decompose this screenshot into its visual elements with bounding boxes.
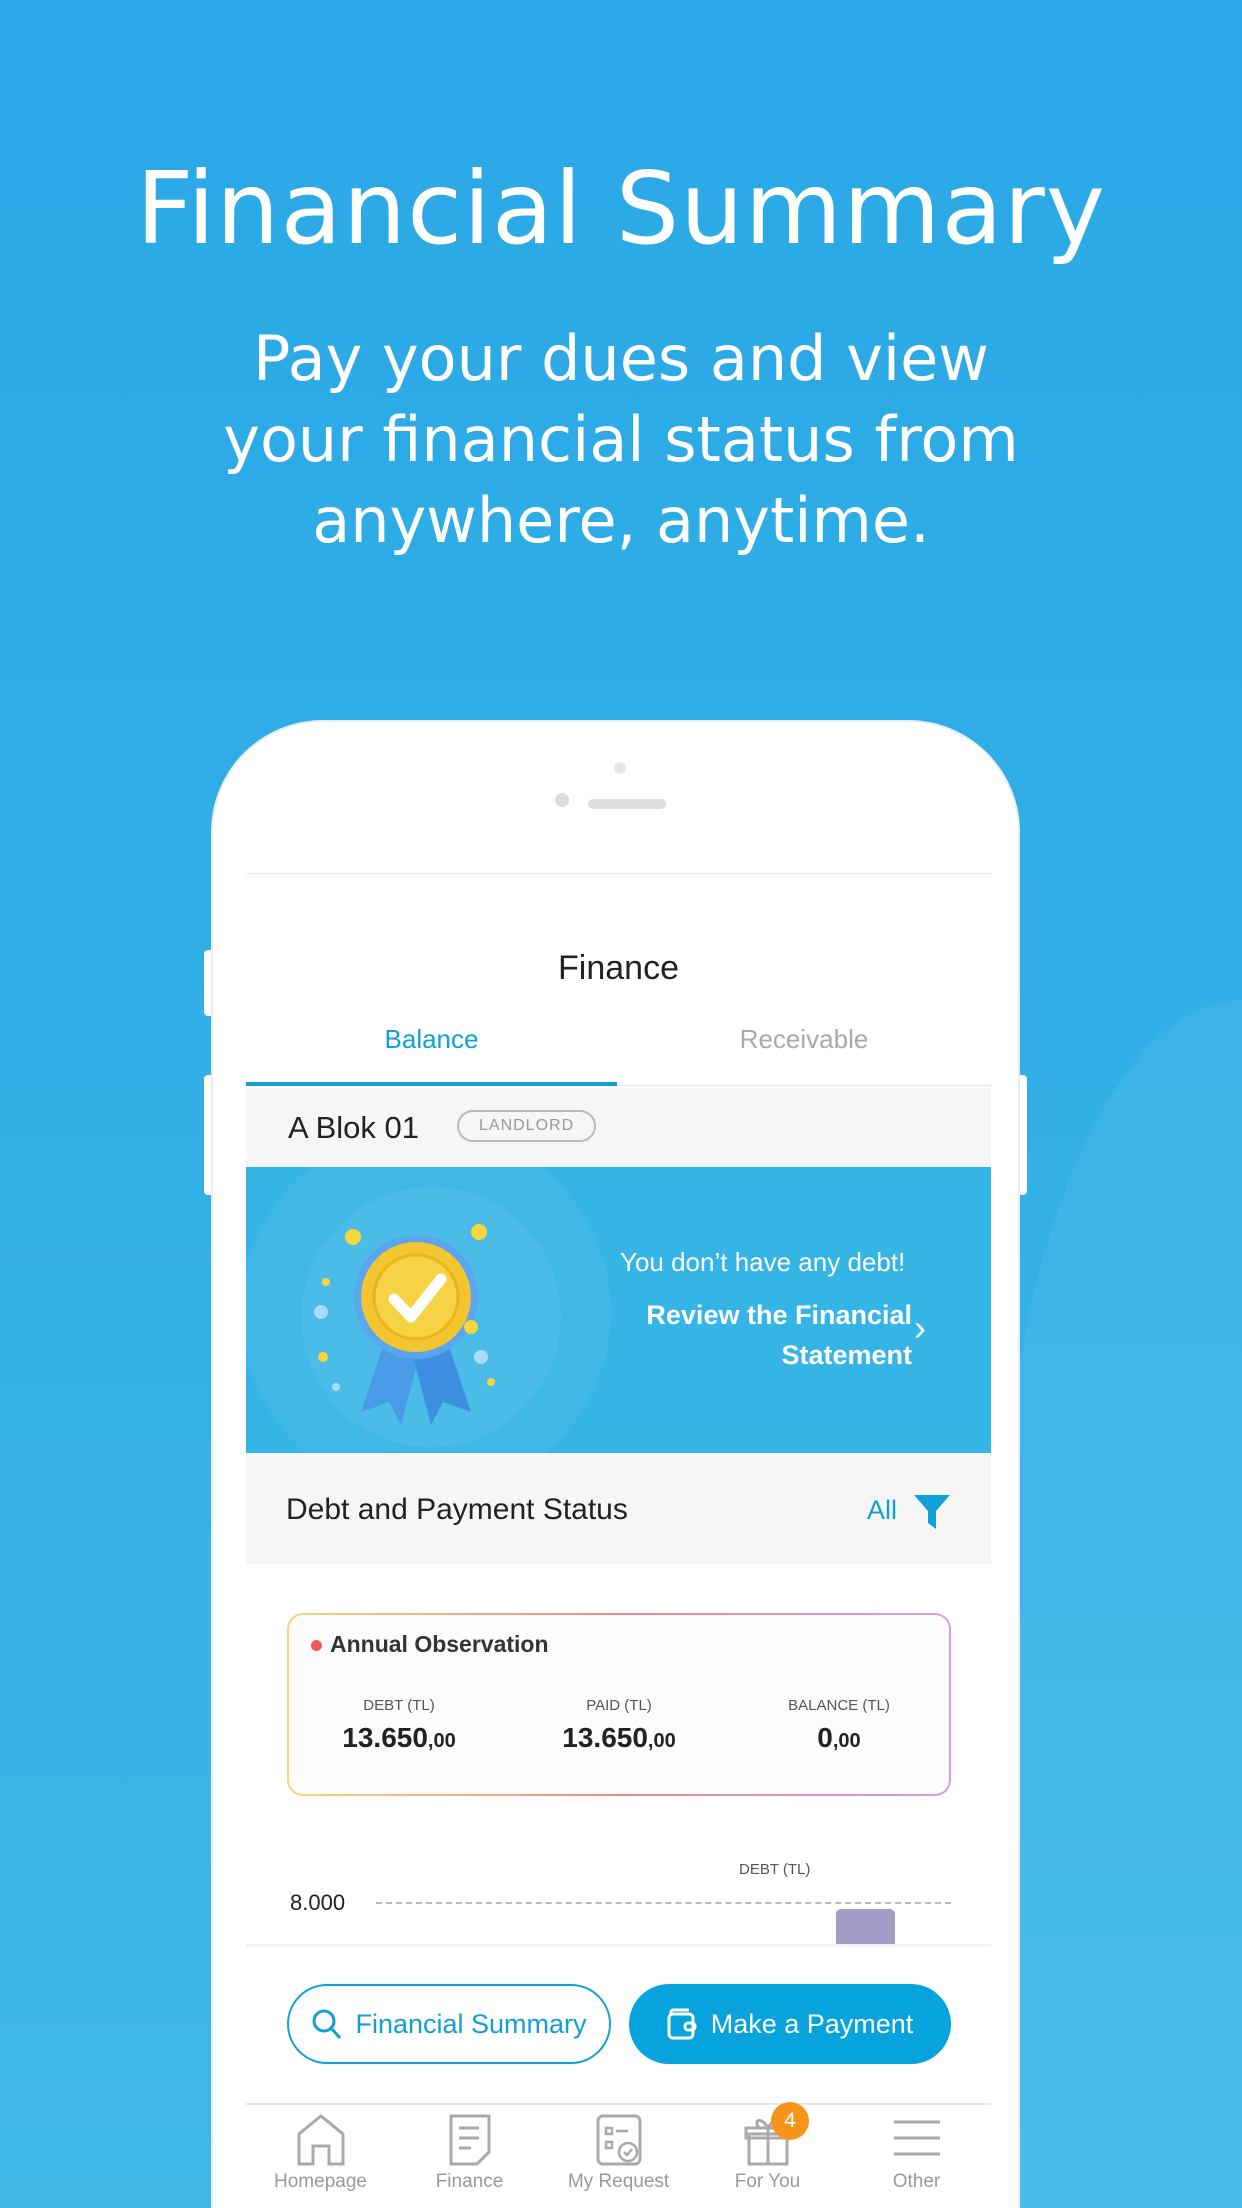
- phone-side-button: [1017, 1075, 1027, 1195]
- app-screen: Finance Balance Receivable A Blok 01 LAN…: [246, 873, 991, 2208]
- annual-observation-card: Annual Observation DEBT (TL) 13.650,00 PA…: [287, 1613, 951, 1796]
- filter-icon[interactable]: [914, 1495, 950, 1529]
- nav-homepage[interactable]: Homepage: [246, 2114, 395, 2208]
- unit-row[interactable]: A Blok 01 LANDLORD: [246, 1088, 991, 1167]
- phone-camera: [614, 762, 626, 774]
- stat-paid: PAID (TL) 13.650,00: [509, 1697, 729, 1754]
- status-dot: [311, 1640, 322, 1651]
- role-badge: LANDLORD: [457, 1110, 597, 1142]
- stat-debt: DEBT (TL) 13.650,00: [289, 1697, 509, 1754]
- stat-value: 13.650: [342, 1722, 428, 1753]
- stat-balance: BALANCE (TL) 0,00: [729, 1697, 949, 1754]
- section-header: Debt and Payment Status All: [246, 1453, 991, 1564]
- medal-check-icon: [314, 1224, 495, 1425]
- make-payment-button[interactable]: Make a Payment: [629, 1984, 951, 2064]
- filter-label[interactable]: All: [867, 1495, 897, 1526]
- checklist-icon: [596, 2114, 641, 2166]
- stat-value: 0: [817, 1722, 833, 1753]
- financial-summary-button[interactable]: Financial Summary: [287, 1984, 611, 2064]
- menu-icon: [893, 2120, 940, 2156]
- nav-label: For You: [734, 2171, 801, 2192]
- bottom-nav: Homepage Finance My Request 4 For You Ot…: [246, 2102, 991, 2208]
- stat-decimal: ,00: [647, 1730, 676, 1752]
- stat-label: BALANCE (TL): [788, 1697, 890, 1714]
- nav-finance[interactable]: Finance: [395, 2114, 544, 2208]
- hero-title: Financial Summary: [136, 150, 1106, 267]
- nav-other[interactable]: Other: [842, 2114, 991, 2208]
- screen-title: Finance: [558, 949, 679, 987]
- search-icon: [312, 2009, 342, 2039]
- button-label: Make a Payment: [710, 2008, 914, 2039]
- nav-label: Finance: [435, 2171, 504, 2192]
- nav-label: Other: [892, 2171, 941, 2192]
- chevron-right-icon: ›: [914, 1307, 926, 1348]
- nav-divider: [246, 2103, 991, 2105]
- background-swoosh: [1000, 1000, 1242, 2208]
- annual-title: Annual Observation: [330, 1631, 549, 1657]
- tab-receivable[interactable]: Receivable: [617, 1024, 991, 1086]
- chart-legend: DEBT (TL): [739, 1861, 811, 1878]
- review-statement-link[interactable]: Review the Financial Statement: [546, 1295, 912, 1375]
- stat-label: DEBT (TL): [363, 1697, 435, 1714]
- divider: [246, 1944, 991, 1948]
- unit-name: A Blok 01: [288, 1110, 419, 1145]
- phone-sensor: [555, 793, 569, 807]
- stat-decimal: ,00: [832, 1730, 861, 1752]
- gridline: [376, 1902, 951, 1904]
- phone-speaker: [588, 799, 666, 809]
- stat-label: PAID (TL): [586, 1697, 652, 1714]
- home-icon: [297, 2114, 344, 2166]
- document-icon: [449, 2114, 490, 2166]
- nav-my-request[interactable]: My Request: [544, 2114, 693, 2208]
- notification-badge: 4: [771, 2102, 809, 2140]
- button-label: Financial Summary: [355, 2008, 587, 2039]
- chart-bar-debt: [836, 1909, 895, 1945]
- nav-label: Homepage: [274, 2171, 367, 2192]
- no-debt-banner[interactable]: You don’t have any debt! Review the Fina…: [246, 1167, 991, 1453]
- y-tick-label: 8.000: [290, 1890, 346, 1915]
- no-debt-message: You don’t have any debt!: [620, 1247, 906, 1277]
- section-title: Debt and Payment Status: [286, 1493, 628, 1526]
- stat-value: 13.650: [562, 1722, 648, 1753]
- wallet-icon: [667, 2008, 697, 2040]
- hero-subtitle: Pay your dues and view your financial st…: [223, 322, 1019, 557]
- nav-label: My Request: [567, 2171, 670, 2192]
- nav-for-you[interactable]: 4 For You: [693, 2102, 842, 2208]
- stat-decimal: ,00: [427, 1730, 456, 1752]
- tab-balance[interactable]: Balance: [246, 1024, 617, 1086]
